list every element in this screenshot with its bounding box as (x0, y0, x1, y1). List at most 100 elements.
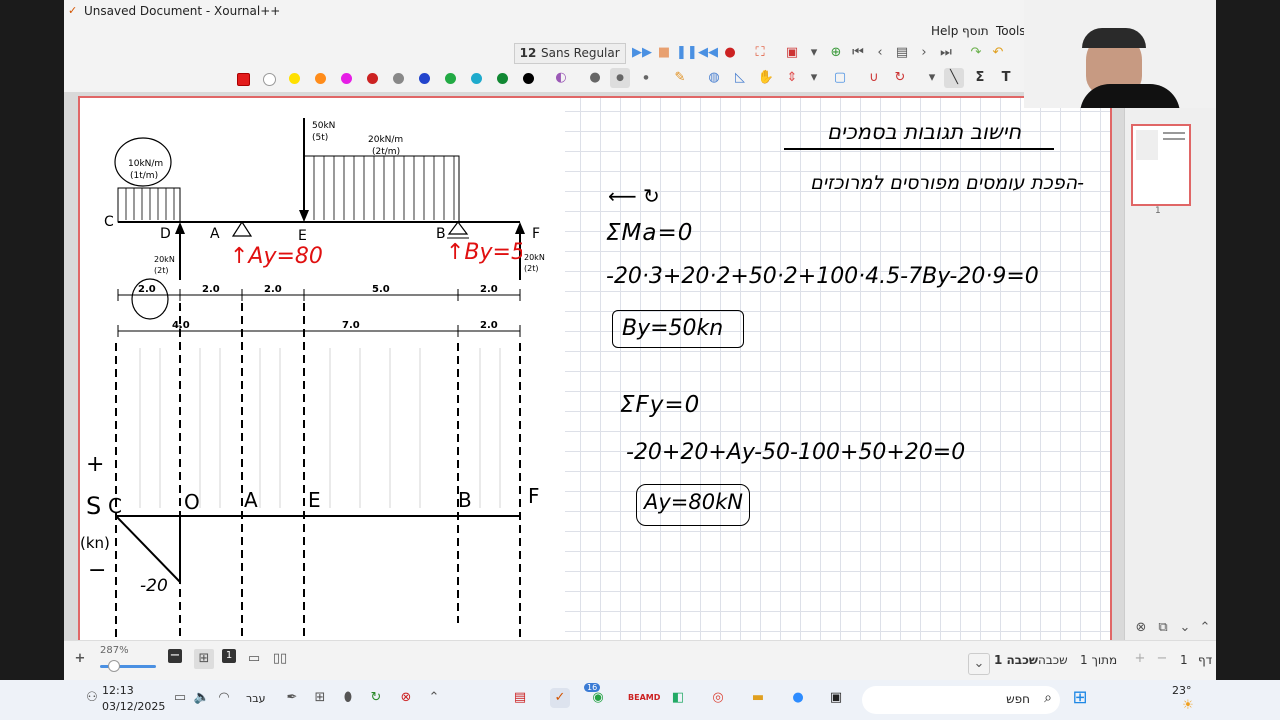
page-minus-icon[interactable]: − (1152, 649, 1172, 669)
zoom-out-icon[interactable]: − (168, 649, 182, 663)
copy-icon[interactable]: ⧉ (1153, 618, 1173, 638)
hand-icon[interactable]: ✋ (756, 68, 776, 88)
color-magenta[interactable] (341, 73, 352, 84)
sum-icon[interactable]: Σ (970, 68, 990, 88)
document-page[interactable]: 10kN/m (1t/m) 50kN (5t) 20kN/m (2t/m) 20… (78, 96, 1112, 640)
screenshot-icon[interactable]: ⊞ (310, 688, 330, 708)
search-bar[interactable]: חפש ⌕ (862, 686, 1060, 714)
fullscreen-icon[interactable]: ⛶ (750, 43, 770, 63)
eraser-icon[interactable]: ◍ (704, 68, 724, 88)
zoom-slider-thumb[interactable] (108, 660, 120, 672)
windows-start-icon[interactable]: ⊞ (1070, 688, 1090, 708)
battery-icon[interactable]: ▭ (170, 688, 190, 708)
color-yellow[interactable] (289, 73, 300, 84)
redo-icon[interactable]: ↷ (966, 43, 986, 63)
two-page-icon[interactable]: ▯▯ (270, 649, 290, 669)
mic-icon[interactable]: ⬮ (338, 688, 358, 708)
sfd-o-label: O (184, 490, 200, 514)
stop-icon[interactable]: ■ (654, 43, 674, 63)
menu-help[interactable]: Help (931, 24, 958, 38)
page-plus-icon[interactable]: + (1130, 649, 1150, 669)
thickness-thick-icon[interactable]: ● (585, 68, 605, 88)
audio-play-icon[interactable]: ▶▶ (632, 43, 652, 63)
reaction-ay-annotation: ↑Ay=80 (230, 244, 323, 269)
chevron-up-icon[interactable]: ⌃ (1195, 618, 1215, 638)
pause-icon[interactable]: ❚❚ (676, 43, 698, 63)
sfd-b-label: B (458, 488, 472, 512)
color-cyan[interactable] (471, 73, 482, 84)
line-icon[interactable]: ╲ (944, 68, 964, 88)
rectangle-select-icon[interactable]: ▢ (830, 68, 850, 88)
fullscreen-page-icon[interactable]: ▭ (244, 649, 264, 669)
zoom-100-icon[interactable]: 1 (222, 649, 236, 663)
weather-icon[interactable]: ☀ (1178, 696, 1198, 716)
menu-tosef[interactable]: תוסף (962, 24, 989, 38)
goto-page-icon[interactable]: ▤ (892, 43, 912, 63)
vertical-space-icon[interactable]: ⇕ (782, 68, 802, 88)
folder-icon[interactable]: ▬ (748, 688, 768, 708)
next-icon[interactable]: › (914, 43, 934, 63)
menu-tools[interactable]: Tools (996, 24, 1026, 38)
clock-time[interactable]: 12:13 (102, 684, 134, 697)
chevron-up-icon[interactable]: ⌃ (424, 688, 444, 708)
volume-icon[interactable]: 🔈 (192, 688, 212, 708)
back-icon[interactable]: ‹ (870, 43, 890, 63)
thickness-thin-icon[interactable]: ● (636, 68, 656, 88)
color-picker-icon[interactable]: ◐ (551, 68, 571, 88)
pdf-app-icon[interactable]: ▤ (510, 688, 530, 708)
font-selector[interactable]: 12 Sans Regular (514, 43, 626, 64)
magnet-icon[interactable]: ∪ (864, 68, 884, 88)
color-darkgreen[interactable] (497, 73, 508, 84)
add-page-icon[interactable]: ⊕ (826, 43, 846, 63)
result-by: By=50kn (622, 316, 724, 341)
files-icon[interactable]: ◧ (668, 688, 688, 708)
delete-page-icon[interactable]: ▣ (782, 43, 802, 63)
clock-date[interactable]: 03/12/2025 (102, 700, 165, 713)
color-blue[interactable] (419, 73, 430, 84)
text-icon[interactable]: T (996, 68, 1016, 88)
chevron-down-icon[interactable]: ⌄ (1175, 618, 1195, 638)
color-gray[interactable] (393, 73, 404, 84)
color-red-selected[interactable] (237, 73, 250, 86)
zoom-in-icon[interactable]: + (70, 649, 90, 669)
network-icon[interactable]: ⚇ (82, 688, 102, 708)
layer-dropdown-icon[interactable]: ⌄ (968, 653, 990, 675)
thickness-medium-icon[interactable]: ● (610, 68, 630, 88)
color-darkred[interactable] (367, 73, 378, 84)
page-thumbnail[interactable] (1131, 124, 1191, 206)
beamd-icon[interactable]: BEAMD (628, 688, 660, 708)
wifi-icon[interactable]: ◠ (214, 688, 234, 708)
pen-icon[interactable]: ✎ (670, 68, 690, 88)
layer-value[interactable]: שכבה 1 (994, 653, 1038, 667)
chevron-down-icon[interactable]: ▾ (804, 68, 824, 88)
zoom-fit-icon[interactable]: ⊞ (194, 649, 214, 669)
rewind-icon[interactable]: ◀◀ (698, 43, 718, 63)
color-orange[interactable] (315, 73, 326, 84)
zoom-app-icon[interactable]: ● (788, 688, 808, 708)
last-page-icon[interactable]: ⏭ (936, 43, 956, 63)
undo-icon[interactable]: ↶ (988, 43, 1008, 63)
pen-tray-icon[interactable]: ✒ (282, 688, 302, 708)
color-black[interactable] (523, 73, 534, 84)
chevron-down-icon[interactable]: ▾ (804, 43, 824, 63)
sfd-a-label: A (244, 488, 258, 512)
chrome-icon[interactable]: ◎ (708, 688, 728, 708)
language-indicator[interactable]: עבר (246, 692, 265, 705)
xournal-app-icon[interactable]: ✓ (550, 688, 570, 708)
first-page-icon[interactable]: ⏮ (848, 43, 868, 63)
page-number-input[interactable]: 1 (1180, 653, 1188, 667)
sync-icon[interactable]: ↻ (366, 688, 386, 708)
record-icon[interactable]: ● (720, 43, 740, 63)
canvas-area[interactable]: 10kN/m (1t/m) 50kN (5t) 20kN/m (2t/m) 20… (64, 92, 1124, 640)
app-icon[interactable]: ▣ (826, 688, 846, 708)
chevron-down-icon[interactable]: ▾ (922, 68, 942, 88)
udl-right-value: 20kN/m (368, 135, 404, 145)
thumb-line (1163, 132, 1185, 134)
shape-recognizer-icon[interactable]: ↻ (890, 68, 910, 88)
color-green[interactable] (445, 73, 456, 84)
ruler-icon[interactable]: ◺ (730, 68, 750, 88)
reaction-f-tons: (2t) (524, 264, 539, 273)
layers-icon[interactable]: ⊗ (1131, 618, 1151, 638)
record-tray-icon[interactable]: ⊗ (396, 688, 416, 708)
color-white[interactable] (263, 73, 276, 86)
